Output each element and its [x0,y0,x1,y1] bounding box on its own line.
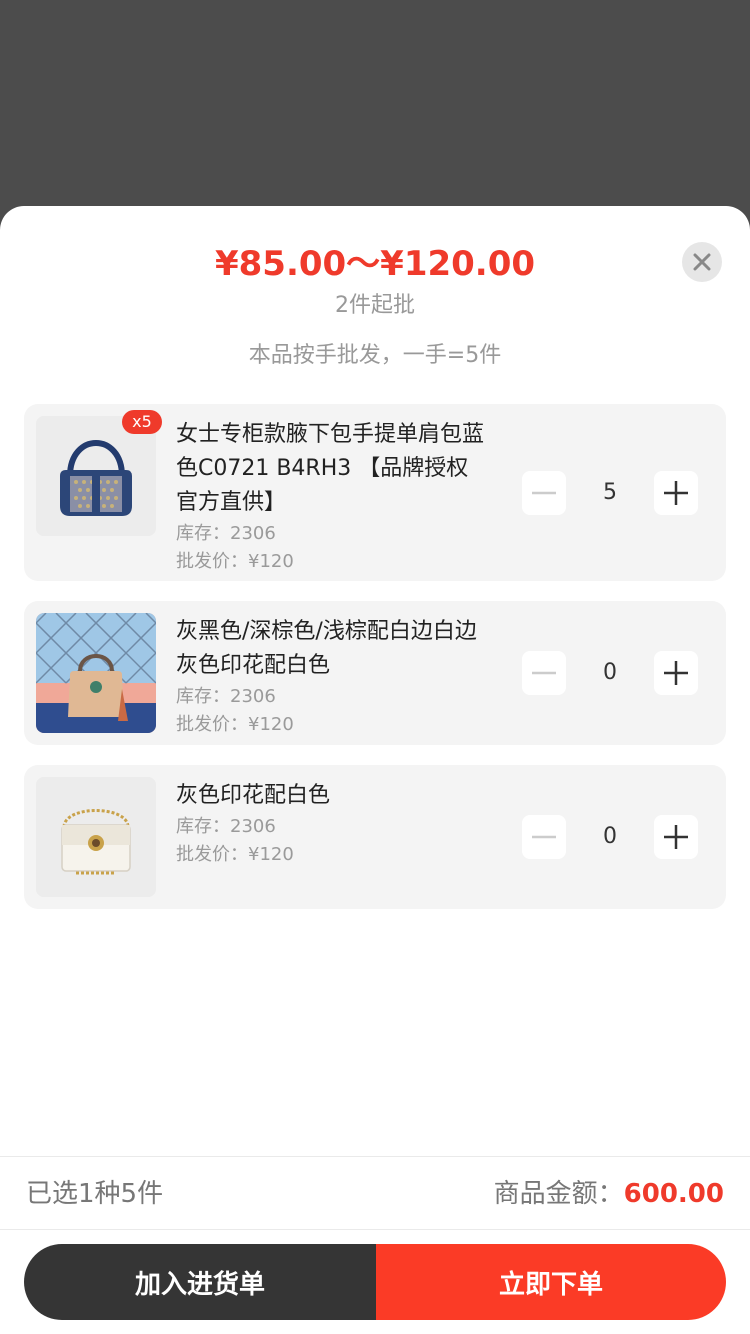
order-now-button[interactable]: 立即下单 [376,1244,726,1320]
plus-icon [664,825,688,849]
increase-button[interactable] [654,471,698,515]
item-stock: 库存：2306 [176,523,276,544]
sku-item: 灰黑色/深棕色/浅棕配白边白边灰色印花配白色 库存：2306 批发价：¥120 … [24,601,726,745]
item-price: 批发价：¥120 [176,844,294,865]
quantity-stepper: 5 [522,471,698,515]
item-name: 女士专柜款腋下包手提单肩包蓝色C0721 B4RH3 【品牌授权 官方直供】 [176,422,485,515]
plus-icon [664,661,688,685]
navy-shoulder-bag-image [36,416,156,536]
item-price: 批发价：¥120 [176,714,294,735]
minus-icon [532,491,556,495]
quantity-value[interactable]: 0 [566,815,654,859]
sku-list: x5 女士专柜款腋下包手提单肩包蓝色C0721 B4RH3 【品牌授权 官方直供… [24,404,726,929]
quantity-value[interactable]: 5 [566,471,654,515]
increase-button[interactable] [654,815,698,859]
action-buttons: 加入进货单 立即下单 [24,1244,726,1320]
item-name: 灰色印花配白色 [176,783,331,808]
sku-item: 灰色印花配白色 库存：2306 批发价：¥120 0 [24,765,726,909]
dim-overlay[interactable] [0,0,750,206]
quantity-stepper: 0 [522,815,698,859]
selected-summary: 已选1种5件 [26,1179,164,1209]
item-info: 女士专柜款腋下包手提单肩包蓝色C0721 B4RH3 【品牌授权 官方直供】 库… [176,418,496,576]
lot-note: 本品按手批发，一手=5件 [248,343,502,368]
add-to-cart-button[interactable]: 加入进货单 [24,1244,376,1320]
quantity-stepper: 0 [522,651,698,695]
product-thumbnail[interactable] [36,613,156,733]
total-label: 商品金额： [493,1179,624,1209]
close-button[interactable] [682,242,722,282]
sku-selection-sheet: ¥85.00～¥120.00 2件起批 本品按手批发，一手=5件 x5 女士专柜… [0,206,750,1334]
item-info: 灰色印花配白色 库存：2306 批发价：¥120 [176,779,496,869]
total-amount: 商品金额：600.00 [494,1177,724,1211]
item-price: 批发价：¥120 [176,551,294,572]
close-icon [693,253,711,271]
item-stock: 库存：2306 [176,816,276,837]
tan-handbag-fence-image [36,613,156,733]
white-chain-bag-image [36,777,156,897]
quantity-value[interactable]: 0 [566,651,654,695]
plus-icon [664,481,688,505]
minus-icon [532,671,556,675]
decrease-button[interactable] [522,651,566,695]
item-stock: 库存：2306 [176,686,276,707]
product-thumbnail[interactable] [36,416,156,536]
increase-button[interactable] [654,651,698,695]
order-summary-bar: 已选1种5件 商品金额：600.00 [0,1156,750,1230]
price-range: ¥85.00～¥120.00 [214,244,536,284]
sku-item: x5 女士专柜款腋下包手提单肩包蓝色C0721 B4RH3 【品牌授权 官方直供… [24,404,726,581]
min-order-label: 2件起批 [335,293,415,318]
total-value: 600.00 [623,1179,724,1209]
item-name: 灰黑色/深棕色/浅棕配白边白边灰色印花配白色 [176,619,477,678]
quantity-badge: x5 [122,410,162,434]
product-thumbnail[interactable] [36,777,156,897]
decrease-button[interactable] [522,471,566,515]
item-info: 灰黑色/深棕色/浅棕配白边白边灰色印花配白色 库存：2306 批发价：¥120 [176,615,496,739]
minus-icon [532,835,556,839]
decrease-button[interactable] [522,815,566,859]
